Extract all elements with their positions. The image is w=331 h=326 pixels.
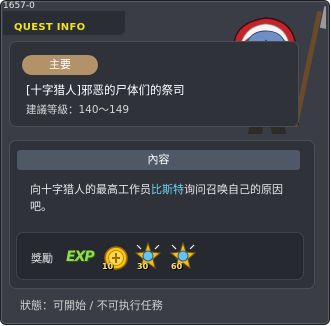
- window-title: QUEST INFO: [14, 22, 86, 33]
- reward-count: 60: [171, 262, 183, 271]
- quest-level-range: 建議等級：140～149: [26, 104, 130, 116]
- reward-count: 10: [102, 262, 114, 271]
- quest-status: 狀態：可開始 / 不可执行任務: [20, 299, 163, 312]
- content-header: 內容: [17, 150, 300, 170]
- npc-name-link: 比斯特: [151, 183, 184, 196]
- quest-id: 1657-0: [3, 1, 35, 11]
- reward-count: 30: [137, 262, 149, 271]
- quest-type-badge: 主要: [22, 55, 98, 75]
- quest-name: [十字猎人]邪恶的尸体们的祭司: [26, 83, 185, 97]
- quest-description: 向十字猎人的最高工作员比斯特询问召唤自己的原因吧。: [30, 181, 285, 215]
- exp-icon: EXP: [66, 249, 95, 265]
- desc-text: 向十字猎人的最高工作员: [30, 183, 151, 196]
- reward-label: 獎勵: [31, 252, 53, 265]
